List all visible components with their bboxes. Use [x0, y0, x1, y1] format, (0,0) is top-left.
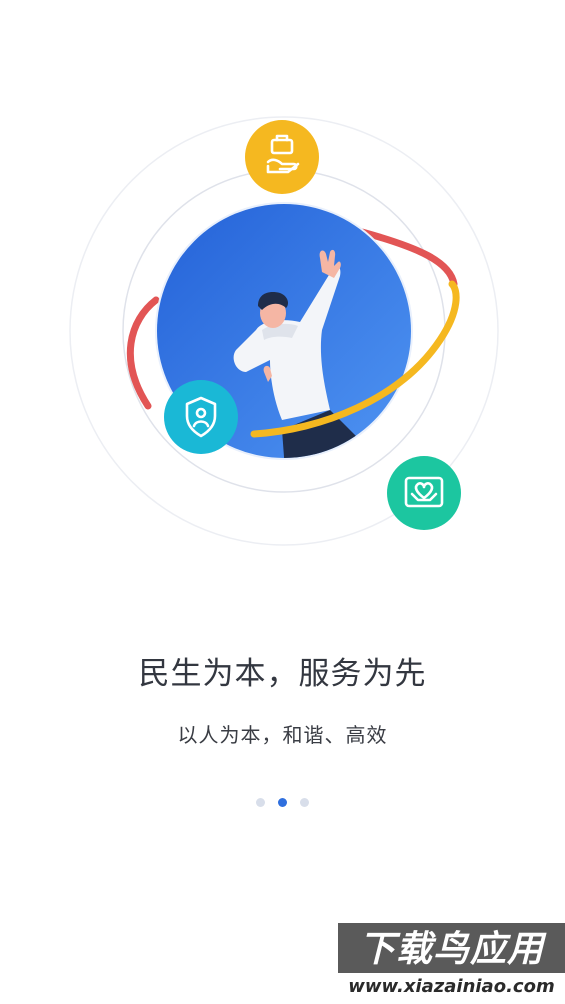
onboarding-illustration	[69, 116, 499, 546]
page-dot-2-active[interactable]	[278, 797, 287, 807]
onboarding-title: 民生为本，服务为先	[138, 656, 427, 692]
onboarding-subtitle: 以人为本，和谐、高效	[177, 723, 388, 747]
watermark-logo: 下载鸟应用 www.xiazainiao.com	[338, 923, 565, 1001]
hand-gift-badge	[245, 120, 319, 194]
page-indicator	[0, 796, 565, 808]
onboarding-screen[interactable]: 民生为本，服务为先 以人为本，和谐、高效 下载鸟应用 www.xiazainia…	[0, 0, 565, 1004]
watermark-main-text: 下载鸟应用	[358, 929, 544, 970]
heart-care-badge	[387, 456, 461, 530]
page-dot-1[interactable]	[256, 797, 265, 807]
shield-person-badge	[164, 380, 238, 454]
page-dot-3[interactable]	[300, 797, 309, 807]
watermark-url: www.xiazainiao.com	[338, 973, 565, 1001]
